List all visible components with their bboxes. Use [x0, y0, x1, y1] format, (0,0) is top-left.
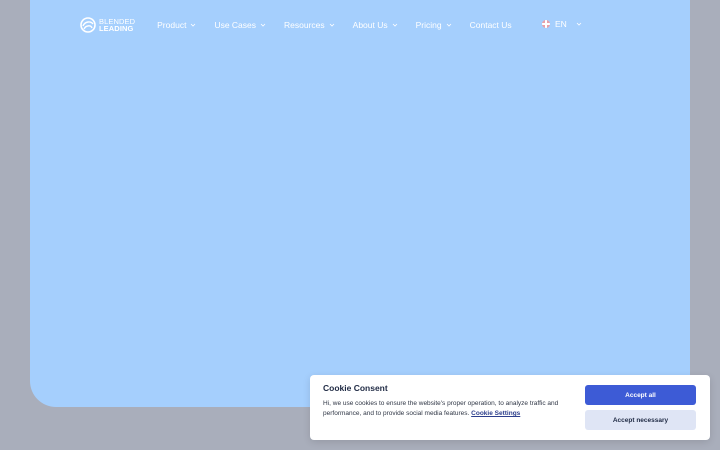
cookie-consent-banner: Cookie Consent Hi, we use cookies to ens… — [310, 375, 710, 440]
language-selector[interactable]: EN — [542, 19, 582, 29]
chevron-down-icon — [260, 23, 266, 27]
brand-logo[interactable]: BLENDED LEADING — [80, 17, 135, 33]
brand-line-2: LEADING — [99, 24, 134, 33]
nav-item-pricing[interactable]: Pricing — [416, 20, 452, 30]
hero-section: BLENDED LEADING Product Use Cases Resour… — [30, 0, 690, 407]
chevron-down-icon — [329, 23, 334, 27]
globe-swirl-icon — [80, 17, 96, 33]
brand-wordmark: BLENDED LEADING — [99, 17, 135, 33]
chevron-down-icon — [446, 23, 451, 27]
cookie-settings-link[interactable]: Cookie Settings — [471, 410, 520, 417]
cookie-consent-text: Hi, we use cookies to ensure the website… — [323, 399, 563, 419]
chevron-down-icon — [576, 22, 582, 26]
nav-item-label: Resources — [284, 20, 325, 30]
cookie-consent-message: Hi, we use cookies to ensure the website… — [323, 400, 559, 417]
top-navigation: BLENDED LEADING Product Use Cases Resour… — [80, 14, 530, 36]
nav-item-use-cases[interactable]: Use Cases — [214, 20, 266, 30]
nav-item-label: Contact Us — [469, 20, 512, 30]
uk-flag-icon — [542, 20, 550, 28]
nav-item-contact-us[interactable]: Contact Us — [470, 20, 512, 30]
nav-item-about-us[interactable]: About Us — [353, 20, 398, 30]
nav-item-product[interactable]: Product — [157, 20, 196, 30]
nav-item-label: Use Cases — [214, 20, 257, 30]
nav-item-label: Pricing — [415, 20, 442, 30]
accept-necessary-button[interactable]: Accept necessary — [585, 410, 696, 430]
nav-item-resources[interactable]: Resources — [284, 20, 335, 30]
nav-item-label: About Us — [352, 20, 388, 30]
chevron-down-icon — [191, 23, 196, 27]
cookie-consent-title: Cookie Consent — [323, 383, 388, 393]
nav-item-label: Product — [157, 20, 187, 30]
chevron-down-icon — [392, 23, 397, 27]
accept-all-button[interactable]: Accept all — [585, 385, 696, 405]
language-label: EN — [555, 19, 567, 29]
